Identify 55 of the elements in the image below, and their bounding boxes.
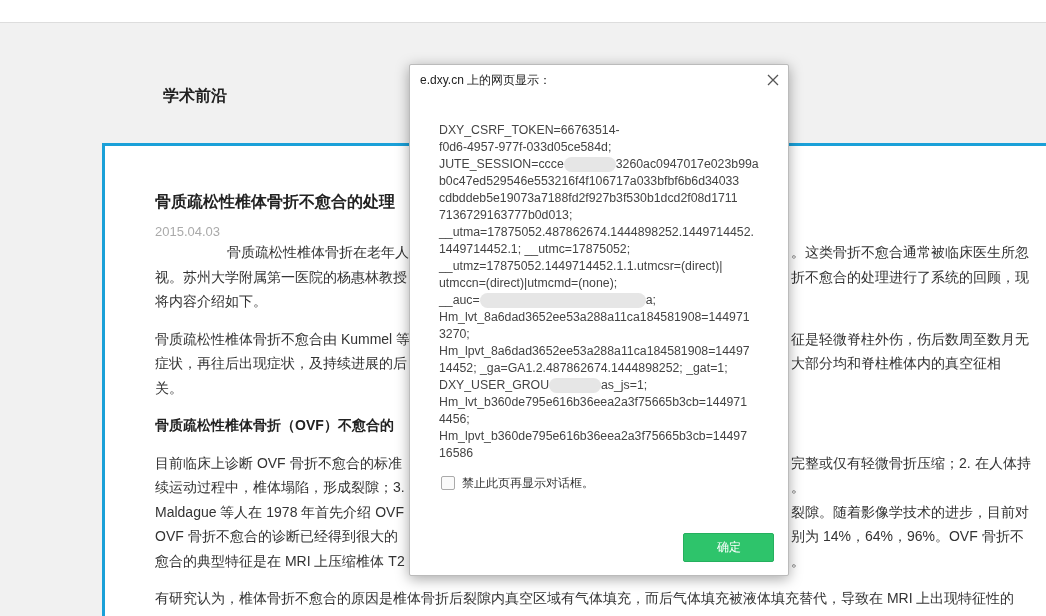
article-title: 骨质疏松性椎体骨折不愈合的处理 — [155, 192, 396, 212]
message-text: 1449714452.1; __utmc=17875052; — [439, 241, 631, 258]
ok-button[interactable]: 确定 — [683, 533, 774, 562]
paragraph-text: 。 — [791, 551, 805, 571]
section-title: 学术前沿 — [163, 86, 228, 106]
message-text: DXY_USER_GROU — [439, 377, 550, 394]
dialog-title: e.dxy.cn 上的网页显示： — [420, 71, 552, 89]
message-text: Hm_lpvt_8a6dad3652ee53a288a11ca184581908=14497 — [439, 343, 750, 360]
paragraph-text: Maldague 等人在 1978 年首先介绍 OVF — [155, 502, 405, 522]
checkbox-label: 禁止此页再显示对话框。 — [462, 474, 594, 492]
message-text: __utma=17875052.487862674.1444898252.1449714452. — [439, 224, 754, 241]
section-heading: 骨质疏松性椎体骨折（OVF）不愈合的 — [155, 416, 394, 435]
close-icon[interactable] — [767, 74, 779, 86]
message-text: Hm_lvt_8a6dad3652ee53a288a11ca184581908=144971 — [439, 309, 750, 326]
message-text: 3270; — [439, 326, 470, 343]
paragraph-text: 完整或仅有轻微骨折压缩；2. 在人体持 — [791, 453, 1031, 473]
message-text: 3260ac0947017e023b99a — [615, 156, 759, 173]
paragraph-text: 裂隙。随着影像学技术的进步，目前对 — [791, 502, 1029, 522]
paragraph-text: 大部分均和脊柱椎体内的真空征相 — [791, 354, 1001, 373]
message-text: a; — [645, 292, 656, 309]
message-text: DXY_CSRF_TOKEN=66763514- — [439, 122, 620, 139]
message-text: b0c47ed529546e553216f4f106717a033bfbf6b6d34033 — [439, 173, 740, 190]
paragraph-text: 。 — [791, 478, 805, 497]
paragraph-text: 别为 14%，64%，96%。OVF 骨折不 — [791, 527, 1024, 546]
message-text: JUTE_SESSION=ccce — [439, 156, 564, 173]
message-text: 14452; _ga=GA1.2.487862674.1444898252; _gat=1; — [439, 360, 728, 377]
message-text: utmccn=(direct)|utmcmd=(none); — [439, 275, 618, 292]
paragraph-text: 骨质疏松性椎体骨折在老年人 — [226, 243, 409, 262]
paragraph-text: 愈合的典型特征是在 MRI 上压缩椎体 T2 — [155, 551, 406, 571]
message-text: __utmz=17875052.1449714452.1.1.utmcsr=(direct)| — [439, 258, 723, 275]
message-text: 16586 — [439, 445, 474, 462]
redaction-blur — [549, 378, 602, 393]
paragraph-text: 关。 — [155, 378, 183, 398]
paragraph-text: 续运动过程中，椎体塌陷，形成裂隙；3. — [155, 478, 406, 497]
message-text: Hm_lpvt_b360de795e616b36eea2a3f75665b3cb=14497 — [439, 428, 748, 445]
message-text: 4456; — [439, 411, 470, 428]
message-text: f0d6-4957-977f-033d05ce584d; — [439, 139, 612, 156]
paragraph-text: 折不愈合的处理进行了系统的回顾，现 — [791, 267, 1029, 287]
message-text: cdbddeb5e19073a7188fd2f927b3f530b1dcd2f08d1711 — [439, 190, 738, 207]
message-text: 7136729163777b0d013; — [439, 207, 573, 224]
paragraph-text: 目前临床上诊断 OVF 骨折不愈合的标准 — [155, 453, 403, 473]
article-date: 2015.04.03 — [155, 224, 222, 240]
paragraph-text: 有研究认为，椎体骨折不愈合的原因是椎体骨折后裂隙内真空区域有气体填充，而后气体填充被液体填充替代，导致在 MRI 上出现特征性的 — [155, 589, 1015, 608]
paragraph-text: 将内容介绍如下。 — [155, 292, 267, 311]
paragraph-text: 症状，再往后出现症状，及持续进展的后 — [155, 354, 408, 373]
paragraph-text: 。这类骨折不愈合通常被临床医生所忽 — [791, 243, 1029, 262]
checkbox[interactable] — [441, 476, 455, 490]
paragraph-text: 骨质疏松性椎体骨折不愈合由 Kummel 等 — [155, 329, 409, 349]
message-text: __auc= — [439, 292, 480, 309]
message-text: Hm_lvt_b360de795e616b36eea2a3f75665b3cb=144971 — [439, 394, 748, 411]
paragraph-text: OVF 骨折不愈合的诊断已经得到很大的 — [155, 527, 399, 546]
message-text: as_js=1; — [601, 377, 648, 394]
redaction-blur — [563, 157, 616, 172]
paragraph-text: 视。苏州大学附属第一医院的杨惠林教授 — [155, 267, 408, 287]
paragraph-text: 征是轻微脊柱外伤，伤后数周至数月无 — [791, 329, 1029, 349]
